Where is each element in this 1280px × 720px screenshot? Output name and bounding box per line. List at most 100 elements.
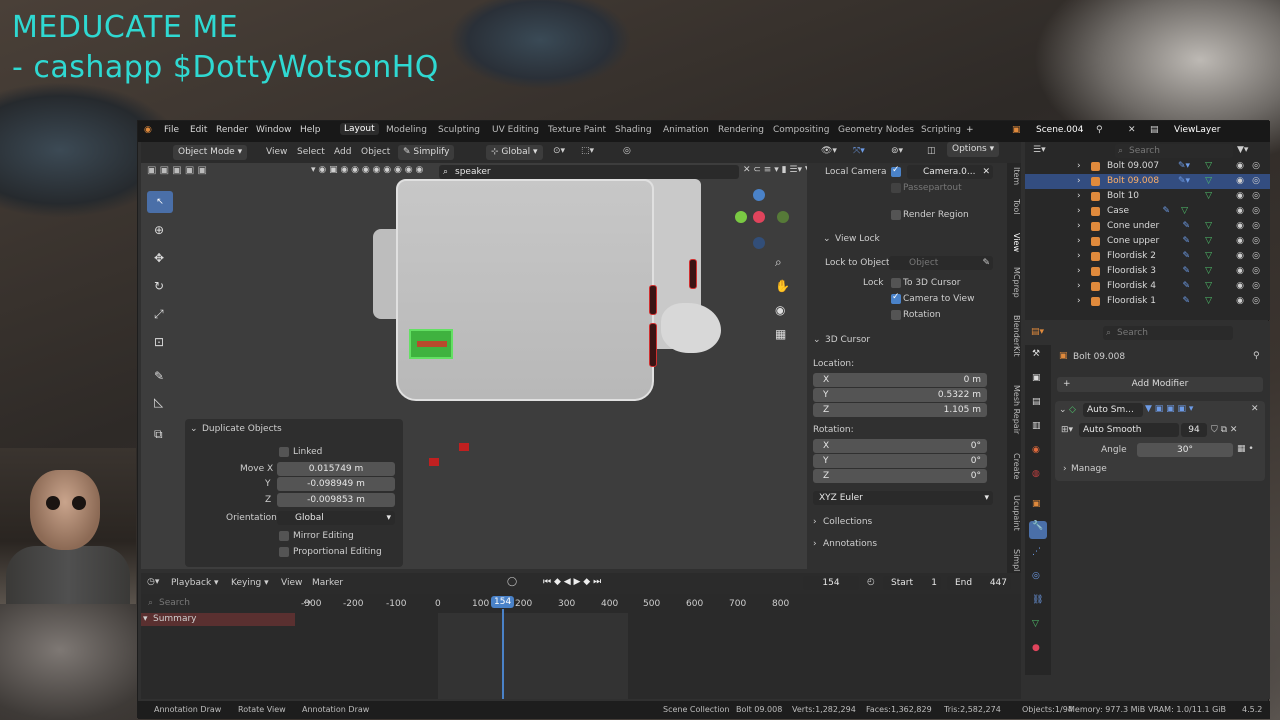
render-visibility-icon[interactable]: ◎ [1252, 234, 1260, 249]
collections-chevron-icon[interactable]: › [813, 517, 817, 527]
tab-view[interactable]: View [1007, 233, 1021, 252]
angle-keyframe-icon[interactable]: ▦ • [1237, 444, 1254, 454]
rotation-x-field[interactable]: X 0° [813, 439, 987, 453]
visibility-icon[interactable]: ◉ [1236, 189, 1244, 204]
mesh-data-icon[interactable]: ▽ [1205, 249, 1212, 264]
render-visibility-icon[interactable]: ◎ [1252, 204, 1260, 219]
modifier-icon[interactable]: ✎ [1182, 294, 1190, 309]
ortho-grid-icon[interactable]: ▦ [775, 327, 786, 341]
tab-mcprep[interactable]: MCprep [1007, 267, 1021, 298]
linked-checkbox[interactable] [279, 447, 289, 457]
tab-blenderkit[interactable]: BlenderKit [1007, 315, 1021, 357]
gizmo-z-axis[interactable] [753, 189, 765, 201]
location-y-field[interactable]: Y 0.5322 m [813, 388, 987, 402]
pin-icon[interactable]: ⚲ [1253, 351, 1260, 361]
particles-tab-icon[interactable]: ⋰ [1032, 547, 1041, 557]
visibility-icon[interactable]: ◉ [1236, 234, 1244, 249]
list-item[interactable]: › Case ✎ ▽ ◉ ◎ [1025, 204, 1270, 219]
annotations-label[interactable]: Annotations [823, 539, 877, 549]
close-icon[interactable]: ✕ [1128, 125, 1136, 135]
speaker-red-knob-1[interactable] [649, 285, 657, 315]
render-visibility-icon[interactable]: ◎ [1252, 264, 1260, 279]
orientation-dropdown[interactable]: Global ▾ [277, 511, 395, 525]
expand-icon[interactable]: › [1077, 234, 1081, 249]
xray-icon[interactable]: ◫ [927, 146, 936, 156]
filter-icons[interactable]: ▾ ◉ ▣ ◉ ◉ ◉ ◉ ◉ ◉ ◉ ◉ [311, 165, 423, 175]
tab-ucupaint[interactable]: Ucupaint [1007, 495, 1021, 531]
mesh-data-icon[interactable]: ▽ [1205, 294, 1212, 309]
expand-icon[interactable]: › [1077, 219, 1081, 234]
gizmo-z-neg[interactable] [753, 237, 765, 249]
render-tab-icon[interactable]: ▣ [1032, 373, 1041, 383]
rotate-tool-icon[interactable]: ↻ [154, 279, 164, 293]
tab-modeling[interactable]: Modeling [386, 125, 427, 135]
rotation-lock-checkbox[interactable] [891, 310, 901, 320]
outliner-search-input[interactable]: ⌕ Search [1115, 144, 1233, 158]
modifier-icon[interactable]: ✎ [1182, 279, 1190, 294]
output-tab-icon[interactable]: ▤ [1032, 397, 1041, 407]
object-menu[interactable]: Object [361, 147, 390, 157]
modifier-name-field[interactable]: Auto Sm... [1083, 403, 1143, 417]
rotation-y-field[interactable]: Y 0° [813, 454, 987, 468]
marker-menu[interactable]: Marker [312, 578, 343, 588]
stopwatch-icon[interactable]: ◴ [867, 577, 875, 587]
blender-logo-icon[interactable]: ◉ [144, 125, 152, 135]
speaker-red-knob-3[interactable] [689, 259, 697, 289]
euler-dropdown[interactable]: XYZ Euler ▾ [813, 491, 993, 505]
pivot-icon[interactable]: ⊙▾ [553, 146, 565, 156]
playback-menu[interactable]: Playback ▾ [171, 578, 219, 588]
node-group-actions-icons[interactable]: ⛉ ⧉ ✕ [1211, 425, 1237, 435]
tab-scripting[interactable]: Scripting [921, 125, 961, 135]
speaker-green-panel[interactable] [409, 329, 453, 359]
move-tool-icon[interactable]: ✥ [154, 251, 164, 265]
tool-tab-icon[interactable]: ⚒ [1032, 349, 1040, 359]
mesh-data-icon[interactable]: ▽ [1205, 174, 1212, 189]
list-item[interactable]: › Floordisk 3 ✎ ▽ ◉ ◎ [1025, 264, 1270, 279]
scale-tool-icon[interactable]: ⤢ [154, 307, 164, 322]
mesh-data-icon[interactable]: ▽ [1205, 219, 1212, 234]
proportional-checkbox[interactable] [279, 547, 289, 557]
playback-controls[interactable]: ⏮ ◆ ◀ ▶ ◆ ⏭ [543, 577, 601, 587]
render-visibility-icon[interactable]: ◎ [1252, 159, 1260, 174]
cursor-tool-icon[interactable]: ⊕ [154, 223, 164, 237]
camera-field[interactable]: Camera.0... ✕ [907, 165, 993, 179]
redo-panel-chevron-icon[interactable]: ⌄ [190, 424, 198, 434]
tab-create[interactable]: Create [1007, 453, 1021, 480]
cursor-chevron-icon[interactable]: ⌄ [813, 335, 821, 345]
expand-icon[interactable]: › [1077, 174, 1081, 189]
menu-edit[interactable]: Edit [190, 125, 207, 135]
tab-simpl[interactable]: Simpl [1007, 549, 1021, 571]
world-tab-icon[interactable]: ◍ [1032, 469, 1040, 479]
summary-channel[interactable]: ▾ Summary [141, 613, 295, 626]
menu-help[interactable]: Help [300, 125, 321, 135]
list-item[interactable]: › Floordisk 2 ✎ ▽ ◉ ◎ [1025, 249, 1270, 264]
playhead-frame[interactable]: 154 [491, 596, 515, 608]
expand-icon[interactable]: › [1077, 279, 1081, 294]
mode-select[interactable]: Object Mode ▾ [173, 145, 248, 160]
move-x-field[interactable]: 0.015749 m [277, 462, 395, 476]
properties-type-icon[interactable]: ▤▾ [1031, 327, 1044, 337]
viewport-search-input[interactable]: ⌕ speaker [439, 165, 739, 179]
timeline-view-menu[interactable]: View [281, 578, 302, 588]
add-cube-tool-icon[interactable]: ⧉ [154, 427, 163, 442]
mesh-data-icon[interactable]: ▽ [1205, 234, 1212, 249]
move-y-field[interactable]: -0.098949 m [277, 477, 395, 491]
options-button[interactable]: Options ▾ [947, 142, 1000, 157]
list-item[interactable]: › Floordisk 1 ✎ ▽ ◉ ◎ [1025, 294, 1270, 309]
tab-rendering[interactable]: Rendering [718, 125, 764, 135]
tab-layout[interactable]: Layout [340, 123, 379, 135]
data-tab-icon[interactable]: ▽ [1032, 619, 1039, 629]
render-visibility-icon[interactable]: ◎ [1252, 294, 1260, 309]
gizmo-y-neg[interactable] [777, 211, 789, 223]
tab-texture-paint[interactable]: Texture Paint [548, 125, 606, 135]
expand-icon[interactable]: › [1077, 264, 1081, 279]
tab-mesh-repair[interactable]: Mesh Repair [1007, 385, 1021, 434]
view-layer-name[interactable]: ViewLayer [1174, 125, 1220, 135]
location-z-field[interactable]: Z 1.105 m [813, 403, 987, 417]
collections-label[interactable]: Collections [823, 517, 872, 527]
tab-item[interactable]: Item [1007, 167, 1021, 185]
render-visibility-icon[interactable]: ◎ [1252, 279, 1260, 294]
gizmo-icon[interactable]: ⤧▾ [853, 146, 865, 156]
tab-geometry-nodes[interactable]: Geometry Nodes [838, 125, 914, 135]
small-red-object-2[interactable] [459, 443, 469, 451]
